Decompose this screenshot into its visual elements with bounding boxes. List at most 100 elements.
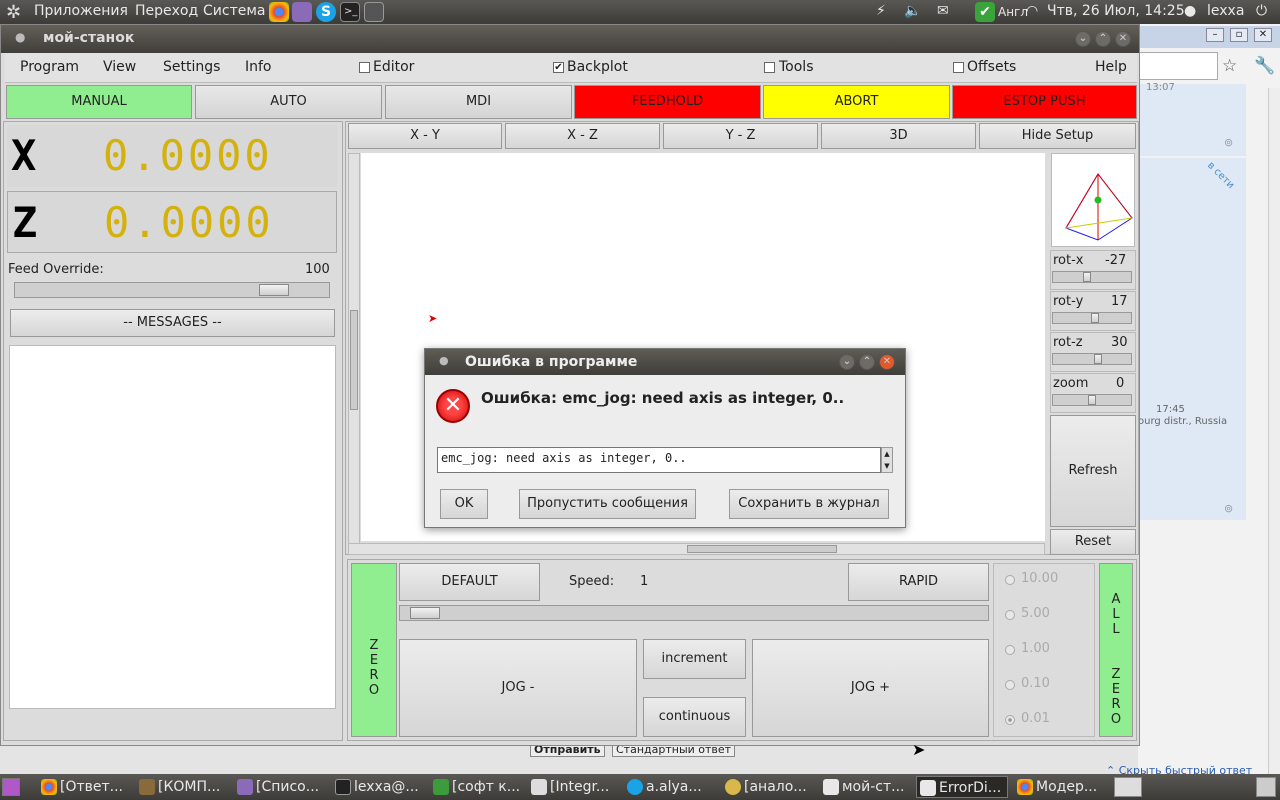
editor-label[interactable]: Editor (373, 59, 414, 75)
skip-messages-button[interactable]: Пропустить сообщения (519, 489, 696, 519)
zero-button[interactable]: ZERO (351, 563, 397, 737)
zoom-slider-thumb[interactable] (1088, 395, 1096, 405)
taskbar-item[interactable]: [софт к... (430, 776, 522, 798)
preview-horizontal-scrollbar[interactable] (348, 543, 1045, 555)
dialog-minimize-icon[interactable]: ⌄ (839, 354, 855, 370)
taskbar-item[interactable]: Модер... (1014, 776, 1106, 798)
menu-help[interactable]: Help (1095, 59, 1127, 75)
dialog-close-icon[interactable]: ✕ (879, 354, 895, 370)
dialog-menu-icon[interactable]: ● (439, 354, 449, 367)
user-name[interactable]: lexxa (1207, 3, 1244, 19)
browser-address-bar[interactable] (1138, 52, 1218, 80)
keyboard-layout[interactable]: Англ (998, 5, 1028, 19)
rapid-button[interactable]: RAPID (848, 563, 989, 601)
power-icon[interactable]: ⚡ (876, 3, 886, 19)
increment-radio-5[interactable] (1005, 610, 1015, 620)
hide-setup-button[interactable]: Hide Setup (979, 123, 1136, 149)
increment-radio-1[interactable] (1005, 645, 1015, 655)
taskbar-item[interactable]: lexxa@... (332, 776, 424, 798)
rot-x-slider-thumb[interactable] (1083, 272, 1091, 282)
taskbar-item[interactable]: [Integr... (528, 776, 620, 798)
error-dialog-titlebar[interactable]: ● Ошибка в программе ⌄ ⌃ ✕ (425, 349, 905, 375)
tools-label[interactable]: Tools (779, 59, 814, 75)
ok-button[interactable]: OK (440, 489, 488, 519)
continuous-button[interactable]: continuous (643, 697, 746, 737)
volume-icon[interactable]: 🔈 (904, 3, 921, 19)
feed-override-slider[interactable] (14, 282, 330, 298)
increment-radio-10[interactable] (1005, 575, 1015, 585)
menu-applications[interactable]: Приложения (34, 3, 128, 19)
default-button[interactable]: DEFAULT (399, 563, 540, 601)
taskbar-item[interactable]: a.alya... (624, 776, 716, 798)
tools-checkbox[interactable] (764, 62, 775, 73)
terminal-launcher-icon[interactable]: >_ (340, 2, 360, 22)
browser-close-icon[interactable]: ✕ (1254, 28, 1272, 42)
save-to-log-button[interactable]: Сохранить в журнал (729, 489, 889, 519)
taskbar-item-active[interactable]: ErrorDi... (916, 776, 1008, 798)
reset-button[interactable]: Reset (1050, 529, 1136, 555)
backplot-checkbox[interactable]: ✔ (553, 62, 564, 73)
trash-icon[interactable] (1256, 777, 1276, 797)
clock[interactable]: Чтв, 26 Июл, 14:25 (1047, 3, 1185, 19)
scroll-up-icon-2[interactable]: ⊚ (1224, 502, 1233, 515)
menu-system[interactable]: Система (203, 3, 265, 19)
wifi-icon[interactable]: ◠ (1026, 3, 1038, 19)
rot-z-slider-thumb[interactable] (1094, 354, 1102, 364)
rot-z-slider[interactable] (1052, 353, 1132, 365)
menu-settings[interactable]: Settings (163, 59, 220, 75)
wrench-icon[interactable]: 🔧 (1254, 56, 1275, 76)
increment-button[interactable]: increment (643, 639, 746, 679)
menu-places[interactable]: Переход (135, 3, 198, 19)
mail-icon[interactable]: ✉ (937, 3, 949, 19)
feedhold-button[interactable]: FEEDHOLD (574, 85, 761, 119)
workspace-switcher[interactable] (1114, 777, 1142, 797)
browser-maximize-icon[interactable]: ▫ (1230, 28, 1248, 42)
mdi-mode-button[interactable]: MDI (385, 85, 572, 119)
messages-button[interactable]: -- MESSAGES -- (10, 309, 335, 337)
offsets-checkbox[interactable] (953, 62, 964, 73)
offsets-label[interactable]: Offsets (967, 59, 1016, 75)
update-check-icon[interactable]: ✔ (975, 2, 995, 22)
zoom-slider[interactable] (1052, 394, 1132, 406)
preview-hscroll-thumb[interactable] (687, 545, 837, 553)
dialog-maximize-icon[interactable]: ⌃ (859, 354, 875, 370)
ubuntu-logo-icon[interactable]: ✲ (6, 2, 21, 23)
shutdown-icon[interactable]: ⏻ (1256, 3, 1267, 19)
browser-minimize-icon[interactable]: – (1206, 28, 1224, 42)
menu-info[interactable]: Info (245, 59, 272, 75)
taskbar-item[interactable]: [анало... (722, 776, 814, 798)
user-status-icon[interactable]: ● (1184, 3, 1196, 19)
refresh-button[interactable]: Refresh (1050, 415, 1136, 527)
menu-program[interactable]: Program (20, 59, 79, 75)
view-xz-button[interactable]: X - Z (505, 123, 660, 149)
estop-button[interactable]: ESTOP PUSH (952, 85, 1137, 119)
taskbar-item[interactable]: мой-ст... (820, 776, 912, 798)
browser-scrollbar[interactable] (1268, 88, 1280, 774)
editor-checkbox[interactable] (359, 62, 370, 73)
chrome-launcher-icon[interactable] (269, 2, 289, 22)
all-zero-button[interactable]: ALL ZERO (1099, 563, 1133, 737)
minimize-icon[interactable]: ⌄ (1075, 31, 1091, 47)
view-xy-button[interactable]: X - Y (348, 123, 502, 149)
increment-radio-0-1[interactable] (1005, 680, 1015, 690)
scroll-up-icon[interactable]: ⊚ (1224, 136, 1233, 149)
auto-mode-button[interactable]: AUTO (195, 85, 382, 119)
jog-speed-slider-thumb[interactable] (410, 607, 440, 619)
close-icon[interactable]: ✕ (1115, 31, 1131, 47)
increment-radio-0-01[interactable] (1005, 715, 1015, 725)
error-detail-textbox[interactable]: emc_jog: need axis as integer, 0.. (437, 447, 881, 473)
feed-override-slider-thumb[interactable] (259, 284, 289, 296)
calculator-launcher-icon[interactable] (364, 2, 384, 22)
jog-speed-slider[interactable] (399, 605, 989, 621)
show-desktop-icon[interactable] (2, 778, 20, 796)
backplot-label[interactable]: Backplot (567, 59, 628, 75)
error-detail-scrollbar[interactable]: ▲ ▼ (881, 447, 893, 473)
view-yz-button[interactable]: Y - Z (663, 123, 818, 149)
maximize-icon[interactable]: ⌃ (1095, 31, 1111, 47)
pidgin-launcher-icon[interactable] (292, 2, 312, 22)
preview-vertical-scrollbar[interactable] (348, 153, 360, 555)
skype-launcher-icon[interactable]: S (316, 2, 336, 22)
rot-y-slider-thumb[interactable] (1091, 313, 1099, 323)
taskbar-item[interactable]: [КОМП... (136, 776, 228, 798)
jog-plus-button[interactable]: JOG + (752, 639, 989, 737)
